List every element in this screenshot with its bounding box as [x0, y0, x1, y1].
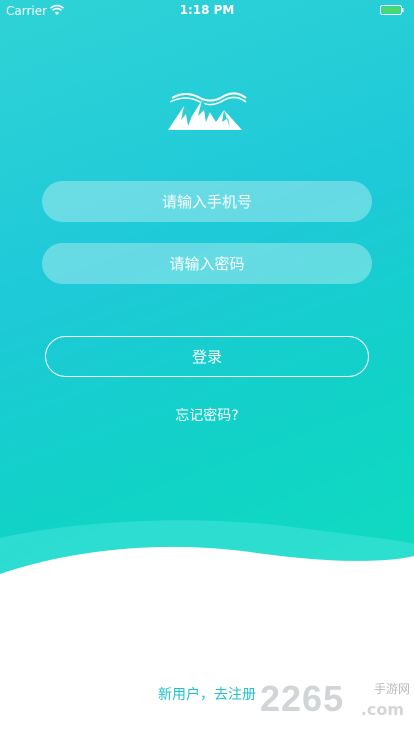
watermark-domain: .com — [360, 700, 404, 719]
password-input[interactable] — [42, 242, 372, 285]
mountain-logo-icon — [168, 92, 247, 130]
login-screen: Carrier 1:18 PM 登录 忘记密码? 新用户，去注册 226 — [0, 0, 414, 736]
forgot-password-link[interactable]: 忘记密码? — [0, 405, 414, 425]
password-field[interactable] — [42, 242, 372, 285]
status-bar: Carrier 1:18 PM — [0, 0, 414, 22]
phone-field[interactable] — [42, 180, 372, 223]
status-time: 1:18 PM — [179, 3, 235, 17]
phone-input[interactable] — [42, 180, 372, 223]
battery-icon — [380, 5, 404, 15]
register-link[interactable]: 新用户，去注册 — [158, 684, 256, 704]
watermark-tagline: 手游网 — [373, 682, 410, 696]
watermark: 2265 手游网 .com — [260, 678, 410, 728]
watermark-brand: 2265 — [260, 678, 345, 719]
login-button[interactable]: 登录 — [45, 336, 369, 377]
